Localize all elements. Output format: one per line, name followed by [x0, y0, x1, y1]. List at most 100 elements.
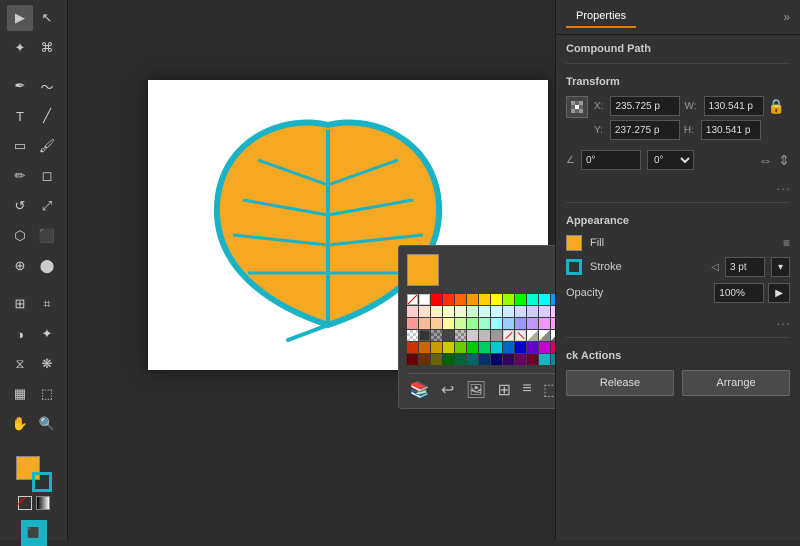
- shape-builder-tool[interactable]: ⊕: [7, 253, 33, 279]
- none-box[interactable]: [18, 496, 32, 510]
- swatch[interactable]: [443, 294, 454, 305]
- swatch-library-icon[interactable]: 📚: [410, 380, 430, 400]
- swatch-options-icon[interactable]: ⊞: [498, 380, 511, 400]
- swatch[interactable]: [491, 306, 502, 317]
- swatch[interactable]: [539, 294, 550, 305]
- lock-icon[interactable]: 🔒: [768, 98, 785, 115]
- swatch[interactable]: [551, 306, 555, 317]
- artboard-tool[interactable]: ⬚: [34, 381, 60, 407]
- swatch[interactable]: [539, 342, 550, 353]
- gradient-box[interactable]: [36, 496, 50, 510]
- appearance-more-btn[interactable]: ···: [556, 313, 800, 333]
- swatch[interactable]: [455, 306, 466, 317]
- swatch[interactable]: [539, 318, 550, 329]
- edit-pattern-icon[interactable]: 🖼: [466, 380, 486, 400]
- swatch[interactable]: [455, 294, 466, 305]
- swatch[interactable]: [479, 354, 490, 365]
- stroke-weight-input[interactable]: [725, 257, 765, 277]
- fill-indicator[interactable]: [566, 235, 582, 251]
- pen-tool[interactable]: ✒: [7, 73, 33, 99]
- lasso-tool[interactable]: ⌘: [34, 35, 60, 61]
- swatch[interactable]: [539, 330, 550, 341]
- release-button[interactable]: Release: [566, 370, 674, 396]
- swatch[interactable]: [467, 294, 478, 305]
- angle-input[interactable]: [581, 150, 641, 170]
- swatch[interactable]: [479, 294, 490, 305]
- swatch[interactable]: [491, 330, 502, 341]
- swatch[interactable]: [527, 330, 538, 341]
- swatch[interactable]: [539, 306, 550, 317]
- puppet-warp-tool[interactable]: ⬡: [7, 223, 33, 249]
- h-input[interactable]: [701, 120, 761, 140]
- live-paint-tool[interactable]: ⬤: [34, 253, 60, 279]
- swatch[interactable]: [431, 294, 442, 305]
- swatch[interactable]: [407, 354, 418, 365]
- swatch[interactable]: [467, 342, 478, 353]
- swatch[interactable]: [467, 318, 478, 329]
- swatch[interactable]: [467, 354, 478, 365]
- swatch[interactable]: [503, 354, 514, 365]
- mesh-tool[interactable]: ⌗: [34, 291, 60, 317]
- swatch[interactable]: [419, 306, 430, 317]
- arrange-button[interactable]: Arrange: [682, 370, 790, 396]
- swatch[interactable]: [503, 306, 514, 317]
- swatch[interactable]: [527, 306, 538, 317]
- line-tool[interactable]: ╱: [34, 103, 60, 129]
- x-input[interactable]: [610, 96, 680, 116]
- swatch[interactable]: [419, 342, 430, 353]
- swatch[interactable]: [491, 354, 502, 365]
- swatch[interactable]: [503, 342, 514, 353]
- swatch[interactable]: [443, 354, 454, 365]
- pencil-tool[interactable]: ✏: [7, 163, 33, 189]
- swatch[interactable]: [527, 318, 538, 329]
- swatch-groups-icon[interactable]: ⬚: [543, 380, 555, 400]
- swatch[interactable]: [431, 330, 442, 341]
- swatch[interactable]: [455, 318, 466, 329]
- swatch[interactable]: [443, 330, 454, 341]
- transform-reference-icon[interactable]: [566, 96, 588, 118]
- swatch-teal[interactable]: [539, 354, 550, 365]
- swatch[interactable]: [515, 318, 526, 329]
- swatch[interactable]: [443, 342, 454, 353]
- stroke-weight-dropdown[interactable]: ▾: [771, 257, 790, 277]
- swatch[interactable]: [527, 294, 538, 305]
- swap-icon[interactable]: ⬛: [21, 520, 47, 546]
- swatch-none2[interactable]: [515, 330, 526, 341]
- swatch[interactable]: [455, 330, 466, 341]
- swatch[interactable]: [527, 354, 538, 365]
- y-input[interactable]: [610, 120, 680, 140]
- swatch[interactable]: [407, 294, 418, 305]
- swatch[interactable]: [491, 318, 502, 329]
- paintbrush-tool[interactable]: 🖌: [34, 133, 60, 159]
- text-tool[interactable]: T: [7, 103, 33, 129]
- fill-stroke-area[interactable]: [16, 456, 52, 492]
- swatch[interactable]: [491, 342, 502, 353]
- swatch[interactable]: [515, 294, 526, 305]
- new-swatch-icon[interactable]: ≡: [522, 380, 531, 400]
- stroke-indicator[interactable]: [566, 259, 582, 275]
- swatch[interactable]: [551, 354, 555, 365]
- perspective-grid-tool[interactable]: ⊞: [7, 291, 33, 317]
- w-input[interactable]: [704, 96, 764, 116]
- select-tool[interactable]: ▶: [7, 5, 33, 31]
- picker-color-preview[interactable]: [407, 254, 439, 286]
- hand-tool[interactable]: ✋: [7, 411, 33, 437]
- swatch[interactable]: [551, 318, 555, 329]
- swatch[interactable]: [431, 306, 442, 317]
- swatch[interactable]: [479, 342, 490, 353]
- swatch[interactable]: [407, 306, 418, 317]
- panel-expand-btn[interactable]: »: [783, 10, 790, 24]
- swatch[interactable]: [515, 342, 526, 353]
- column-graph-tool[interactable]: ▦: [7, 381, 33, 407]
- zoom-tool[interactable]: 🔍: [34, 411, 60, 437]
- swatch[interactable]: [503, 318, 514, 329]
- swatch[interactable]: [407, 330, 418, 341]
- swatch[interactable]: [419, 294, 430, 305]
- swatch[interactable]: [443, 318, 454, 329]
- flip-vertical-icon[interactable]: ⇕: [778, 152, 790, 169]
- swatch[interactable]: [431, 342, 442, 353]
- swatch[interactable]: [443, 306, 454, 317]
- stroke-color-box[interactable]: [32, 472, 52, 492]
- opacity-input[interactable]: [714, 283, 764, 303]
- swatch[interactable]: [479, 306, 490, 317]
